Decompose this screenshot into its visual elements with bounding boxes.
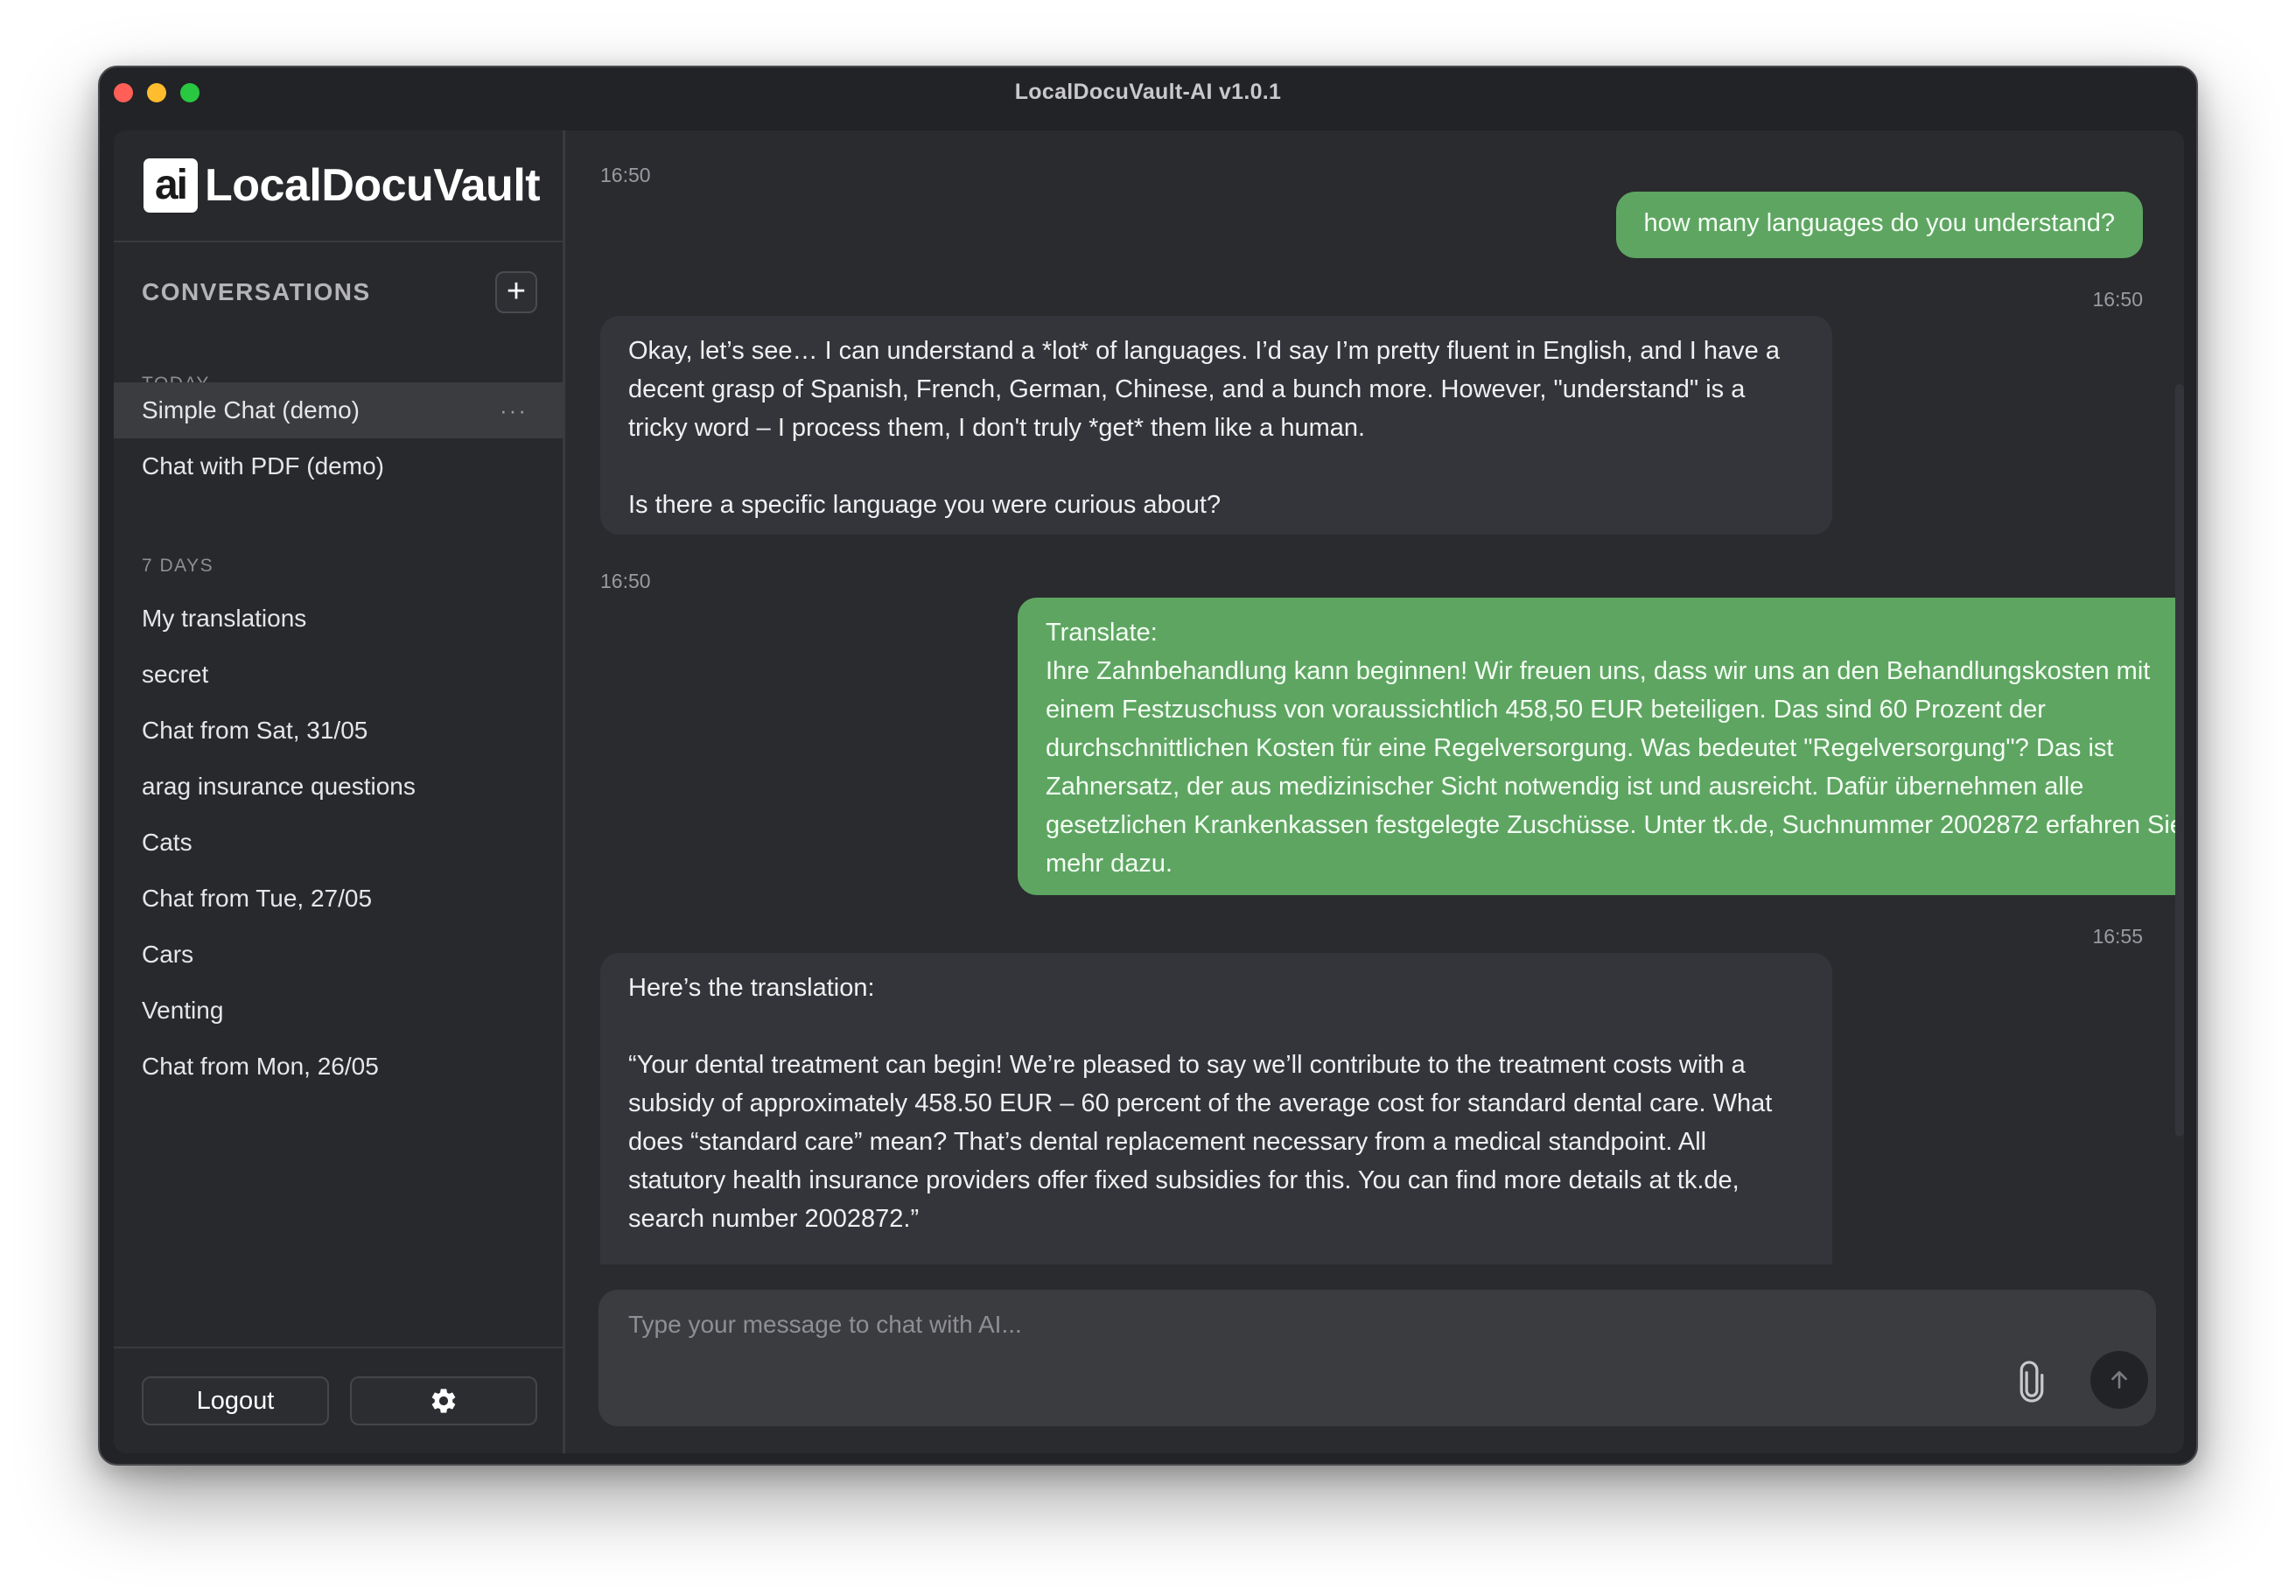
conversation-label: arag insurance questions [142,773,416,800]
message-timestamp: 16:55 [2092,925,2143,948]
user-message: Translate: Ihre Zahnbehandlung kann begi… [1018,598,2184,895]
logo-text: LocalDocuVault [205,160,541,211]
title-bar: LocalDocuVault-AI v1.0.1 [100,67,2196,116]
conversation-item[interactable]: Chat from Mon, 26/05 [114,1039,563,1095]
conversation-item[interactable]: My translations [114,591,563,647]
conversation-item[interactable]: Chat from Tue, 27/05 [114,871,563,927]
settings-button[interactable] [350,1376,537,1425]
conversation-item[interactable]: Simple Chat (demo) ··· [114,382,563,438]
conversation-label: My translations [142,605,307,632]
conversation-item[interactable]: secret [114,647,563,703]
arrow-up-icon [2111,1371,2127,1389]
conversation-label: Chat from Sat, 31/05 [142,717,368,744]
chat-scrollbar[interactable] [2175,384,2184,1137]
conversation-label: Simple Chat (demo) [142,396,360,424]
conversation-label: Cars [142,941,194,968]
ai-message: Here’s the translation: “Your dental tre… [600,953,1832,1264]
chat-panel: 16:50 how many languages do you understa… [568,130,2184,1453]
close-window-button[interactable] [114,83,133,102]
send-button[interactable] [2090,1351,2148,1409]
window-title: LocalDocuVault-AI v1.0.1 [1014,79,1282,104]
conversation-label: Chat with PDF (demo) [142,452,384,480]
conversation-item[interactable]: arag insurance questions [114,759,563,815]
conversation-label: Chat from Tue, 27/05 [142,885,373,912]
message-composer [598,1290,2156,1426]
conversation-item[interactable]: Cats [114,815,563,871]
conversations-title: CONVERSATIONS [142,278,371,305]
user-message: how many languages do you understand? [1615,192,2143,258]
conversation-label: Chat from Mon, 26/05 [142,1053,379,1080]
message-timestamp: 16:50 [600,570,651,592]
conversation-item[interactable]: Venting [114,983,563,1039]
gear-icon [431,1389,456,1413]
message-input[interactable] [628,1307,1941,1342]
logo: ai LocalDocuVault [114,130,563,242]
conversations-header: CONVERSATIONS + [142,270,537,314]
app-window: LocalDocuVault-AI v1.0.1 ai LocalDocuVau… [98,66,2198,1466]
logo-mark: ai [144,158,198,213]
zoom-window-button[interactable] [180,83,200,102]
conversation-label: Venting [142,997,224,1024]
conversation-item[interactable]: Chat with PDF (demo) [114,438,563,494]
sidebar-footer: Logout [114,1347,563,1453]
new-conversation-button[interactable]: + [495,271,537,313]
ai-message: Okay, let’s see… I can understand a *lot… [600,316,1832,535]
window-controls [114,83,200,102]
app-content: ai LocalDocuVault CONVERSATIONS + TODAY … [114,130,2184,1453]
logout-button[interactable]: Logout [142,1376,329,1425]
section-label-7-days: 7 DAYS [142,556,214,576]
minimize-window-button[interactable] [147,83,166,102]
conversation-label: Cats [142,829,192,856]
paperclip-icon [2020,1361,2044,1403]
more-options-icon[interactable]: ··· [500,397,528,424]
conversation-label: secret [142,661,209,688]
message-timestamp: 16:50 [600,164,651,186]
message-timestamp: 16:50 [2092,288,2143,311]
attach-file-button[interactable] [2016,1360,2048,1404]
conversation-item[interactable]: Chat from Sat, 31/05 [114,703,563,759]
sidebar: ai LocalDocuVault CONVERSATIONS + TODAY … [114,130,565,1453]
conversation-item[interactable]: Cars [114,927,563,983]
